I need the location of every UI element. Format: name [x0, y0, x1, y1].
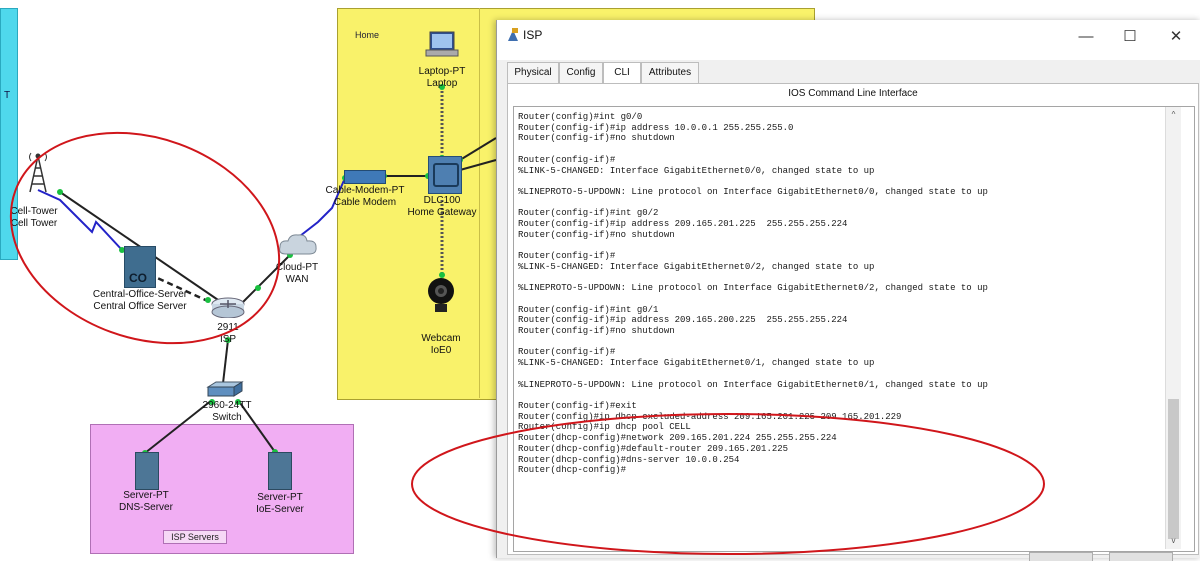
annotation-ellipse-left [9, 131, 281, 345]
annotation-ellipse-cli [411, 413, 1045, 555]
annotation-overlay [9, 131, 1045, 555]
